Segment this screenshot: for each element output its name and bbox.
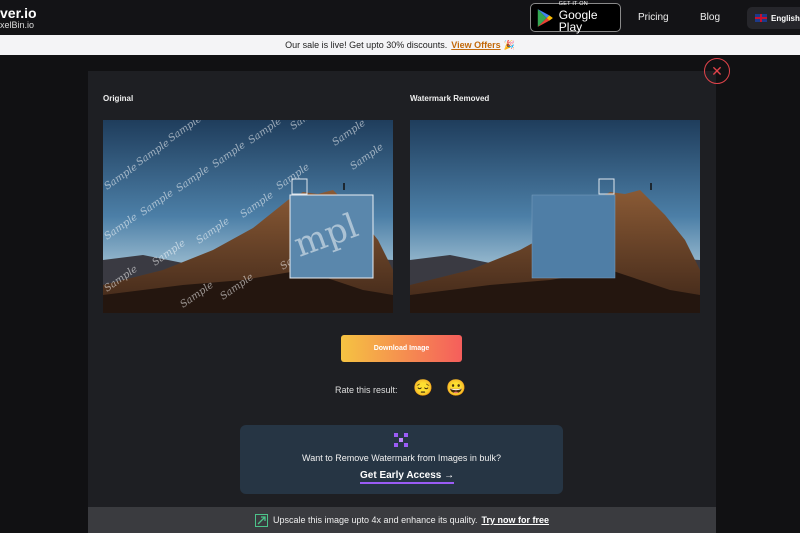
bulk-promo-card: Want to Remove Watermark from Images in … [240, 425, 563, 494]
original-image: Sample Sample Sample Sample Sample Sampl… [103, 120, 393, 313]
close-button[interactable]: ✕ [704, 58, 730, 84]
promo-text: Our sale is live! Get upto 30% discounts… [285, 40, 448, 50]
view-offers-link[interactable]: View Offers [451, 40, 500, 50]
logo-line-1: ver.io [0, 5, 37, 21]
upscale-icon [255, 513, 268, 527]
nav-blog-link[interactable]: Blog [700, 12, 720, 23]
google-play-button[interactable]: GET IT ON Google Play [530, 1, 621, 34]
sad-face-icon[interactable]: 😔 [413, 379, 433, 399]
zoom-preview [531, 194, 616, 279]
original-label: Original [103, 94, 134, 103]
gplay-big-text: Google Play [558, 7, 598, 34]
close-icon: ✕ [711, 62, 723, 79]
upscale-bar: Upscale this image upto 4x and enhance i… [88, 507, 716, 533]
promo-banner: Our sale is live! Get upto 30% discounts… [0, 35, 800, 55]
gplay-small-text: GET IT ON [558, 1, 588, 8]
try-now-link[interactable]: Try now for free [481, 515, 549, 525]
logo-line-2: xelBin.io [0, 20, 35, 30]
result-label: Watermark Removed [410, 94, 490, 103]
rate-label: Rate this result: [335, 385, 398, 395]
top-nav-bar: ver.io xelBin.io GET IT ON Google Play P… [0, 0, 800, 35]
uk-flag-icon [755, 14, 767, 22]
upscale-text: Upscale this image upto 4x and enhance i… [273, 515, 478, 525]
download-label: Download Image [373, 345, 430, 352]
party-popper-icon: 🎉 [503, 39, 515, 50]
brand-logo[interactable]: ver.io xelBin.io [0, 6, 37, 30]
bulk-promo-text: Want to Remove Watermark from Images in … [302, 453, 501, 463]
bulk-grid-icon [394, 433, 408, 447]
result-image [410, 120, 700, 313]
happy-face-icon[interactable]: 😀 [446, 379, 466, 399]
language-label: English [771, 13, 800, 23]
language-selector[interactable]: English [747, 7, 800, 29]
get-early-access-link[interactable]: Get Early Access → [360, 470, 455, 484]
nav-pricing-link[interactable]: Pricing [638, 12, 669, 23]
download-image-button[interactable]: Download Image [341, 335, 462, 362]
google-play-icon [537, 8, 553, 27]
